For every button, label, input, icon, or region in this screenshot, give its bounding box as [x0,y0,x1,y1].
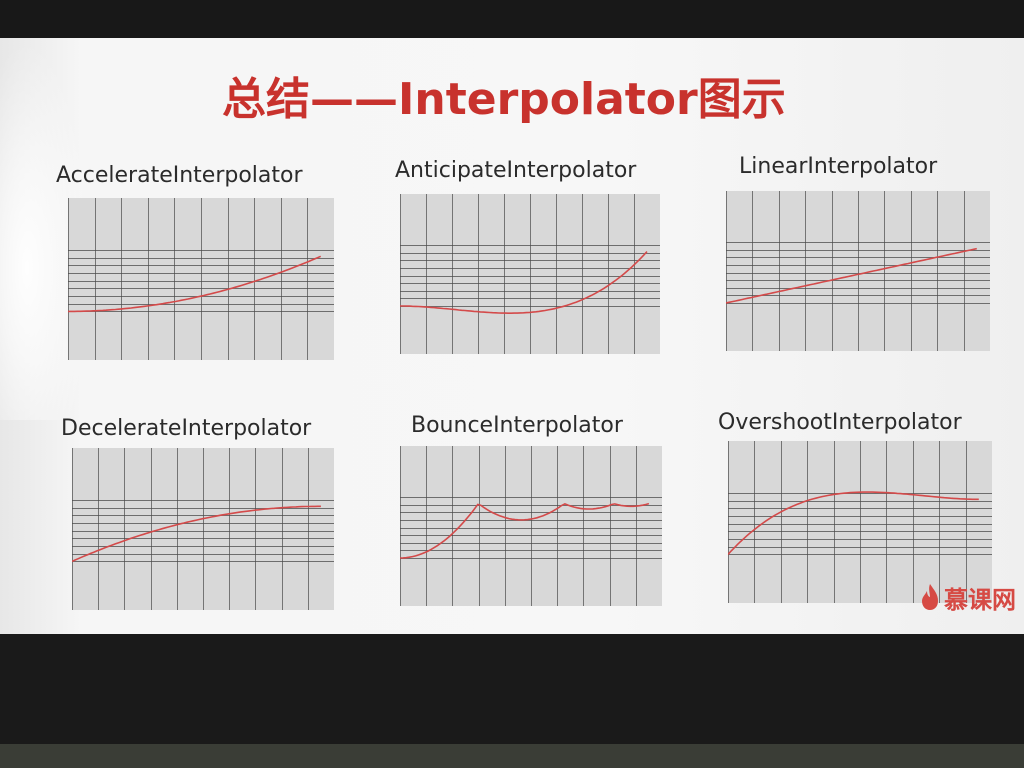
plot-anticipate [400,194,660,354]
interpolation-curve-bounce [400,502,650,559]
interpolation-curve-accelerate [68,255,322,313]
plot-accelerate [68,198,334,360]
panel-label-accelerate: AccelerateInterpolator [56,163,303,188]
interpolation-curve-linear [726,247,977,304]
panel-label-bounce: BounceInterpolator [411,413,623,438]
slide-title: 总结——Interpolator图示 [222,74,786,125]
desk-surface [0,744,1024,768]
plot-bounce [400,446,662,606]
interpolation-curve-decelerate [72,505,321,563]
panel-label-decelerate: DecelerateInterpolator [61,416,312,441]
plot-decelerate [72,448,334,610]
flame-icon [922,584,938,610]
watermark-text: 慕课网 [944,585,1016,614]
panel-label-linear: LinearInterpolator [739,154,938,179]
monitor-bezel-bottom [0,634,1024,744]
panel-label-overshoot: OvershootInterpolator [718,410,962,435]
imooc-logo: 慕课网 [920,580,1016,614]
plot-linear [726,191,990,351]
monitor-bezel-top [0,0,1024,40]
panel-label-anticipate: AnticipateInterpolator [395,158,637,183]
